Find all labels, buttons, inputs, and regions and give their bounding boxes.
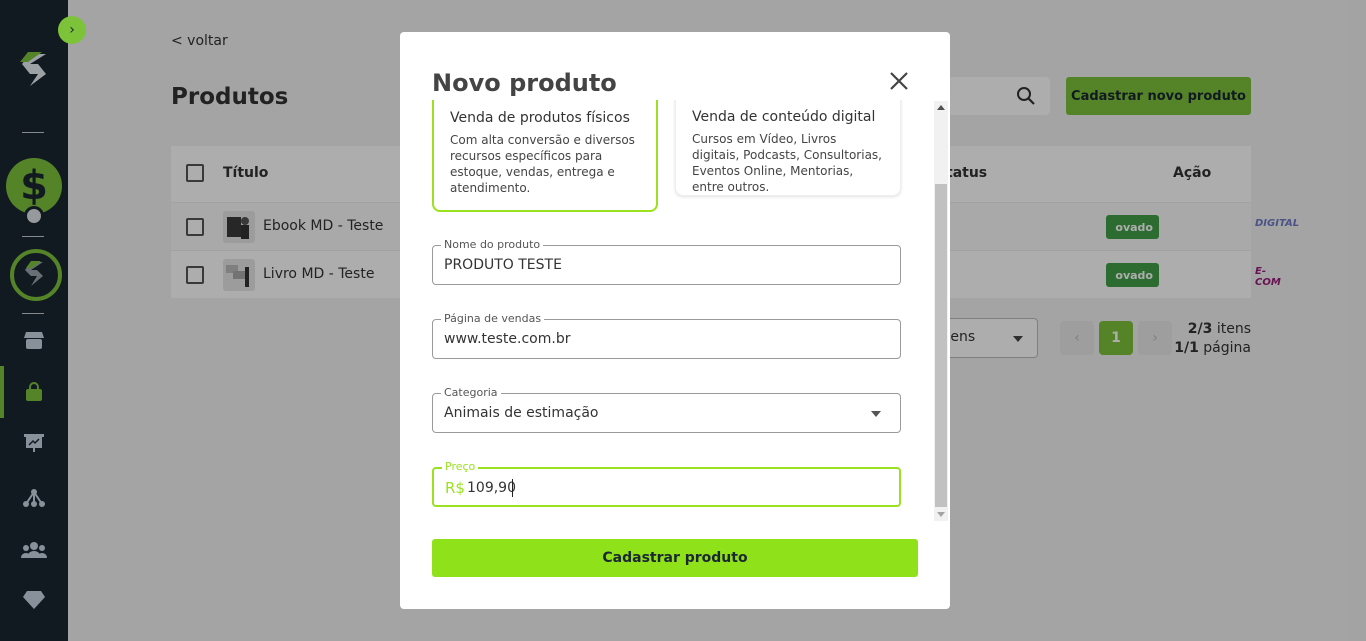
product-name-label: Nome do produto <box>441 238 544 252</box>
modal-scroll-content: Venda de produtos físicos Com alta conve… <box>400 100 934 522</box>
option-title: Venda de produtos físicos <box>450 110 630 126</box>
new-product-modal: Novo produto Venda de produtos físicos C… <box>400 32 950 609</box>
sales-page-label: Página de vendas <box>441 312 545 326</box>
scroll-down-arrow-icon[interactable] <box>937 512 945 517</box>
option-description: Com alta conversão e diversos recursos e… <box>450 133 635 195</box>
price-label: Preço <box>442 460 479 474</box>
submit-product-button[interactable]: Cadastrar produto <box>432 539 918 577</box>
price-value: 109,90 <box>467 480 516 496</box>
sales-page-value: www.teste.com.br <box>444 331 571 347</box>
currency-prefix: R$ <box>445 479 465 497</box>
scroll-up-arrow-icon[interactable] <box>937 105 945 110</box>
chevron-down-icon <box>871 411 881 417</box>
category-label: Categoria <box>441 386 501 400</box>
product-name-value: PRODUTO TESTE <box>444 257 562 273</box>
sales-page-field[interactable]: Página de vendas www.teste.com.br <box>432 312 901 359</box>
option-title: Venda de conteúdo digital <box>692 109 876 125</box>
modal-title: Novo produto <box>432 69 617 97</box>
option-digital-content[interactable]: Venda de conteúdo digital Cursos em Víde… <box>675 100 901 196</box>
sidebar-toggle-button[interactable]: › <box>58 16 86 44</box>
category-select[interactable]: Categoria Animais de estimação <box>432 386 901 433</box>
close-icon[interactable] <box>888 70 910 92</box>
option-physical-products[interactable]: Venda de produtos físicos Com alta conve… <box>432 100 658 212</box>
option-description: Cursos em Vídeo, Livros digitais, Podcas… <box>692 132 882 194</box>
category-value: Animais de estimação <box>444 405 599 421</box>
text-cursor <box>512 479 513 497</box>
product-name-field[interactable]: Nome do produto PRODUTO TESTE <box>432 238 901 285</box>
modal-scrollbar-thumb[interactable] <box>935 184 947 507</box>
price-field[interactable]: Preço R$ 109,90 <box>432 460 901 507</box>
